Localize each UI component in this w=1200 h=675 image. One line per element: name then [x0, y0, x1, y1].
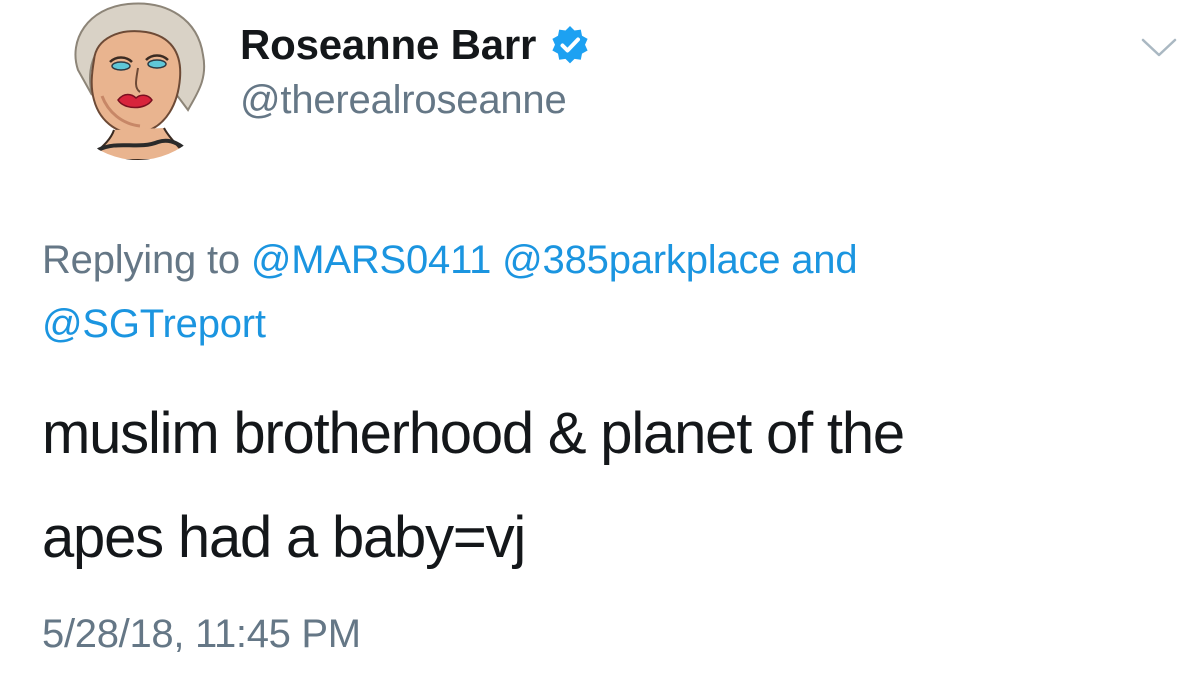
- mention-link[interactable]: @MARS0411: [251, 238, 492, 282]
- drawn-portrait-avatar-icon: [74, 2, 206, 160]
- author-name-row: Roseanne Barr: [240, 14, 590, 76]
- verified-badge-icon: [550, 25, 590, 65]
- author-handle[interactable]: @therealroseanne: [240, 78, 567, 123]
- tweet-text-line: apes had a baby=vj: [42, 505, 526, 570]
- timestamp[interactable]: 5/28/18, 11:45 PM: [42, 612, 361, 657]
- reply-context: Replying to @MARS0411 @385parkplace and …: [42, 228, 1162, 356]
- tweet-text-line: muslim brotherhood & planet of the: [42, 401, 905, 466]
- mention-link[interactable]: @385parkplace: [502, 238, 780, 282]
- reply-conjunction[interactable]: and: [791, 238, 857, 282]
- avatar[interactable]: [58, 0, 218, 160]
- tweet-card: Roseanne Barr @therealroseanne Replying …: [0, 0, 1200, 675]
- mention-link[interactable]: @SGTreport: [42, 302, 266, 346]
- tweet-text: muslim brotherhood & planet of the apes …: [42, 382, 1162, 590]
- chevron-down-icon[interactable]: [1140, 36, 1178, 60]
- display-name[interactable]: Roseanne Barr: [240, 21, 536, 69]
- reply-prefix: Replying to: [42, 238, 240, 282]
